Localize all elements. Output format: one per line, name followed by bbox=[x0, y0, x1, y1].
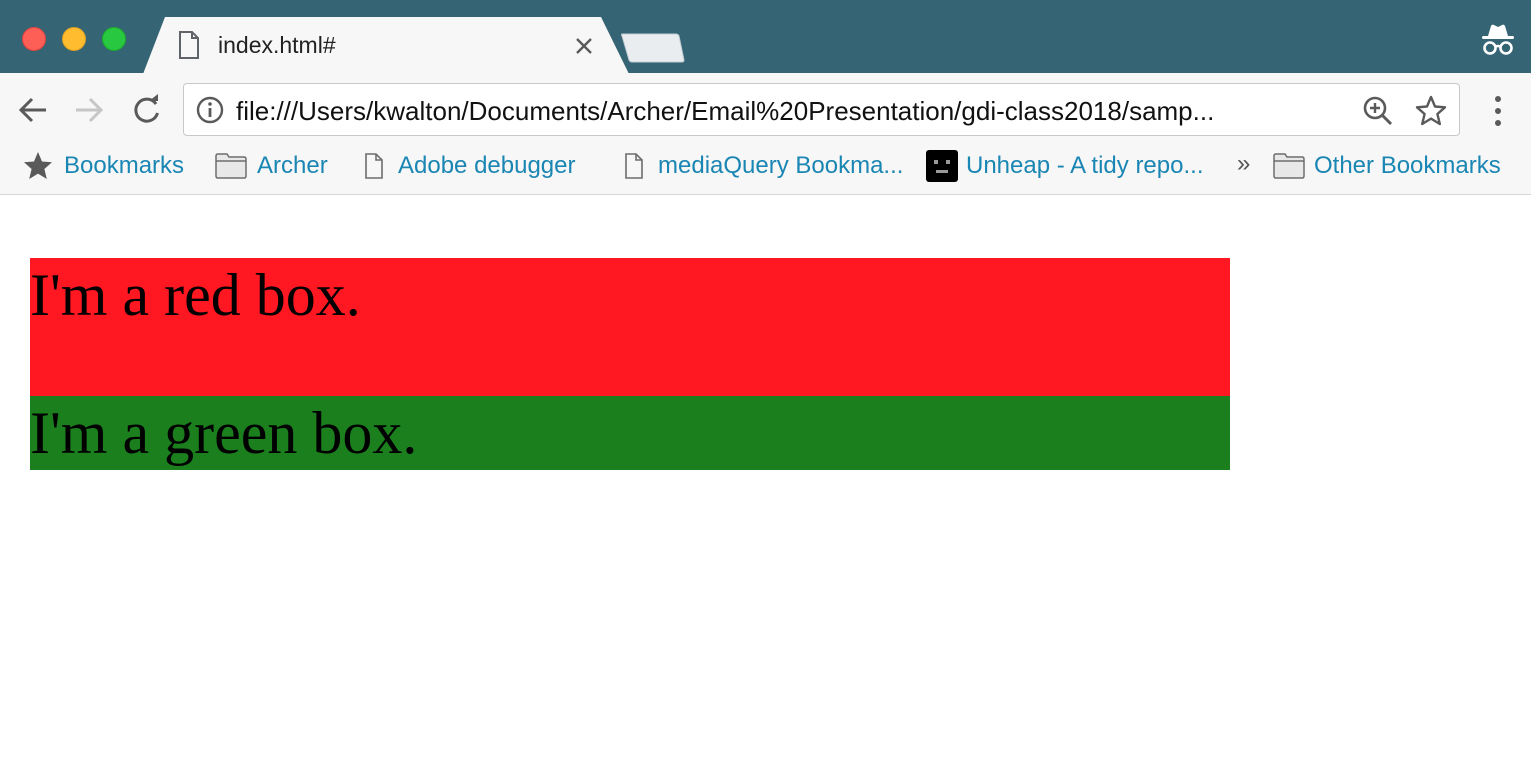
url-text[interactable]: file:///Users/kwalton/Documents/Archer/E… bbox=[236, 94, 1344, 128]
bookmark-label: Archer bbox=[257, 152, 328, 179]
star-icon bbox=[24, 152, 52, 179]
close-window-button[interactable] bbox=[22, 27, 46, 51]
unheap-favicon bbox=[926, 150, 958, 182]
green-box: I'm a green box. bbox=[30, 396, 1230, 470]
info-icon[interactable] bbox=[196, 96, 224, 124]
forward-arrow-icon[interactable] bbox=[72, 92, 106, 128]
bookmark-item-bookmarks[interactable]: Bookmarks bbox=[22, 148, 184, 184]
page-icon bbox=[365, 153, 383, 179]
zoom-window-button[interactable] bbox=[102, 27, 126, 51]
bookmark-star-icon[interactable] bbox=[1415, 95, 1447, 127]
bookmark-item-adobe-debugger[interactable]: Adobe debugger bbox=[364, 148, 576, 184]
folder-icon bbox=[215, 153, 247, 179]
zoom-in-icon[interactable] bbox=[1362, 95, 1394, 127]
folder-icon bbox=[1273, 153, 1305, 179]
bookmark-item-other-bookmarks[interactable]: Other Bookmarks bbox=[1273, 148, 1501, 184]
tab-title: index.html# bbox=[218, 32, 336, 58]
red-box-text: I'm a red box. bbox=[30, 262, 361, 328]
bookmark-label: Unheap - A tidy repo... bbox=[966, 152, 1204, 179]
page-icon bbox=[625, 153, 643, 179]
reload-icon[interactable] bbox=[129, 92, 163, 128]
close-tab-icon[interactable] bbox=[571, 33, 597, 59]
bookmark-label: mediaQuery Bookma... bbox=[658, 152, 904, 179]
menu-dots-icon[interactable] bbox=[1486, 94, 1510, 128]
active-tab[interactable] bbox=[143, 17, 629, 74]
new-tab-button[interactable] bbox=[620, 32, 686, 64]
page-icon bbox=[179, 31, 199, 59]
incognito-icon bbox=[1482, 24, 1514, 55]
bookmark-label: Adobe debugger bbox=[398, 152, 576, 179]
bookmark-label: Bookmarks bbox=[64, 152, 185, 179]
green-box-text: I'm a green box. bbox=[30, 400, 418, 466]
bookmark-item-mediaquery[interactable]: mediaQuery Bookma... bbox=[624, 148, 903, 184]
bookmark-item-unheap[interactable]: Unheap - A tidy repo... bbox=[926, 148, 1203, 184]
bookmarks-overflow-button[interactable]: » bbox=[1237, 148, 1250, 180]
bookmark-label: Other Bookmarks bbox=[1314, 152, 1501, 179]
red-box: I'm a red box. bbox=[30, 258, 1230, 396]
bookmark-item-archer[interactable]: Archer bbox=[215, 148, 328, 184]
minimize-window-button[interactable] bbox=[62, 27, 86, 51]
back-arrow-icon[interactable] bbox=[16, 92, 50, 128]
